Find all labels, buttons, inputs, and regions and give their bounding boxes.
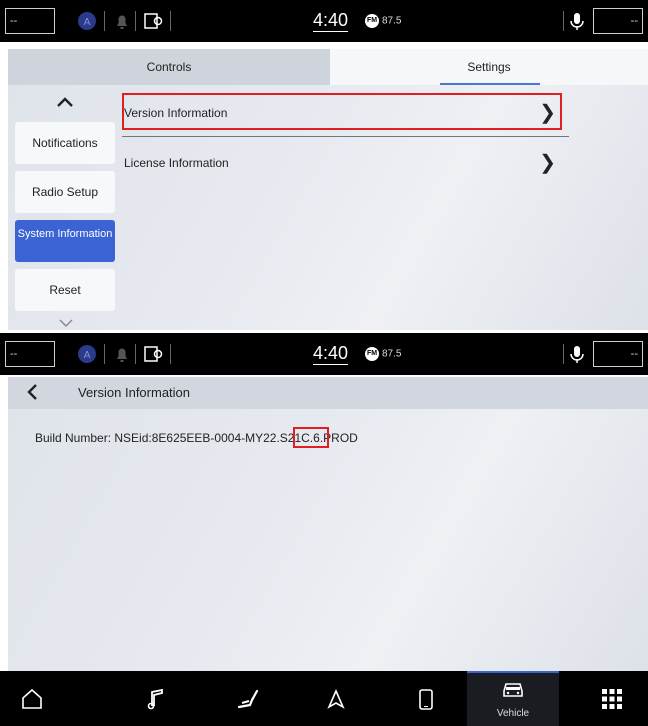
status-left-field[interactable]: -- xyxy=(5,8,55,34)
sidebar-item-label: System Information xyxy=(17,228,113,240)
tab-settings[interactable]: Settings xyxy=(330,49,648,85)
driver-assist-icon: A xyxy=(76,10,98,32)
divider xyxy=(135,344,136,364)
clock: 4:40 xyxy=(313,343,349,363)
microphone-icon[interactable] xyxy=(566,343,588,365)
sidebar-item-notifications[interactable]: Notifications xyxy=(15,122,115,164)
divider xyxy=(563,11,564,31)
microphone-icon[interactable] xyxy=(566,10,588,32)
clock: 4:40 xyxy=(313,10,349,30)
driver-assist-icon: A xyxy=(76,343,98,365)
status-bar: -- A 4:40 FM 87.5 -- xyxy=(0,0,648,42)
fm-badge: FM xyxy=(365,347,379,361)
back-button[interactable] xyxy=(25,382,39,407)
sidebar-item-reset[interactable]: Reset xyxy=(15,269,115,311)
page-header: Version Information xyxy=(8,377,648,409)
bell-icon[interactable] xyxy=(111,343,133,365)
home-icon xyxy=(22,688,42,709)
navigation-icon xyxy=(327,689,345,709)
sidebar-item-radio-setup[interactable]: Radio Setup xyxy=(15,171,115,213)
nav-apps[interactable] xyxy=(580,671,644,726)
divider xyxy=(104,11,105,31)
screen-settings-icon[interactable] xyxy=(142,343,164,365)
build-number-text: Build Number: NSEid:8E625EEB-0004-MY22.S xyxy=(35,431,288,445)
chevron-right-icon: ❯ xyxy=(539,152,556,174)
settings-panel: Controls Settings Notifications Radio Se… xyxy=(8,49,648,330)
divider xyxy=(135,11,136,31)
divider xyxy=(122,136,569,137)
status-bar: -- A 4:40 FM 87.5 -- xyxy=(0,333,648,375)
radio-status[interactable]: FM 87.5 xyxy=(365,347,401,361)
version-panel: Version Information Build Number: NSEid:… xyxy=(8,377,648,671)
nav-phone[interactable] xyxy=(394,671,458,726)
divider xyxy=(563,344,564,364)
phone-icon xyxy=(419,689,433,710)
radio-status[interactable]: FM 87.5 xyxy=(365,14,401,28)
divider xyxy=(170,11,171,31)
bell-icon[interactable] xyxy=(111,10,133,32)
radio-frequency: 87.5 xyxy=(382,348,402,360)
music-icon xyxy=(147,688,163,710)
apps-grid-icon xyxy=(602,689,622,709)
svg-text:A: A xyxy=(84,17,91,28)
nav-music[interactable] xyxy=(124,671,188,726)
bottom-nav-bar: Vehicle xyxy=(0,671,648,726)
row-label: License Information xyxy=(124,156,229,170)
nav-vehicle[interactable]: Vehicle xyxy=(467,671,559,726)
chevron-left-icon xyxy=(27,384,37,400)
fm-badge: FM xyxy=(365,14,379,28)
highlight-box xyxy=(293,427,329,448)
vehicle-icon xyxy=(503,683,523,697)
scroll-up-icon[interactable] xyxy=(53,95,77,114)
status-right-field[interactable]: -- xyxy=(593,341,643,367)
page-title: Version Information xyxy=(78,385,191,400)
nav-vehicle-label: Vehicle xyxy=(496,708,530,719)
status-left-field[interactable]: -- xyxy=(5,341,55,367)
nav-navigation[interactable] xyxy=(304,671,368,726)
divider xyxy=(170,344,171,364)
seat-icon xyxy=(237,689,259,709)
divider xyxy=(104,344,105,364)
tab-bar: Controls Settings xyxy=(8,49,648,85)
screen-settings-icon[interactable] xyxy=(142,10,164,32)
highlight-box xyxy=(122,93,562,130)
nav-seat[interactable] xyxy=(216,671,280,726)
nav-home[interactable] xyxy=(0,671,64,726)
status-right-field[interactable]: -- xyxy=(593,8,643,34)
row-license-information[interactable]: License Information ❯ xyxy=(124,143,564,183)
svg-text:A: A xyxy=(84,350,91,361)
radio-frequency: 87.5 xyxy=(382,15,402,27)
tab-controls[interactable]: Controls xyxy=(8,49,330,85)
sidebar-item-system-information[interactable]: System Information xyxy=(15,220,115,262)
